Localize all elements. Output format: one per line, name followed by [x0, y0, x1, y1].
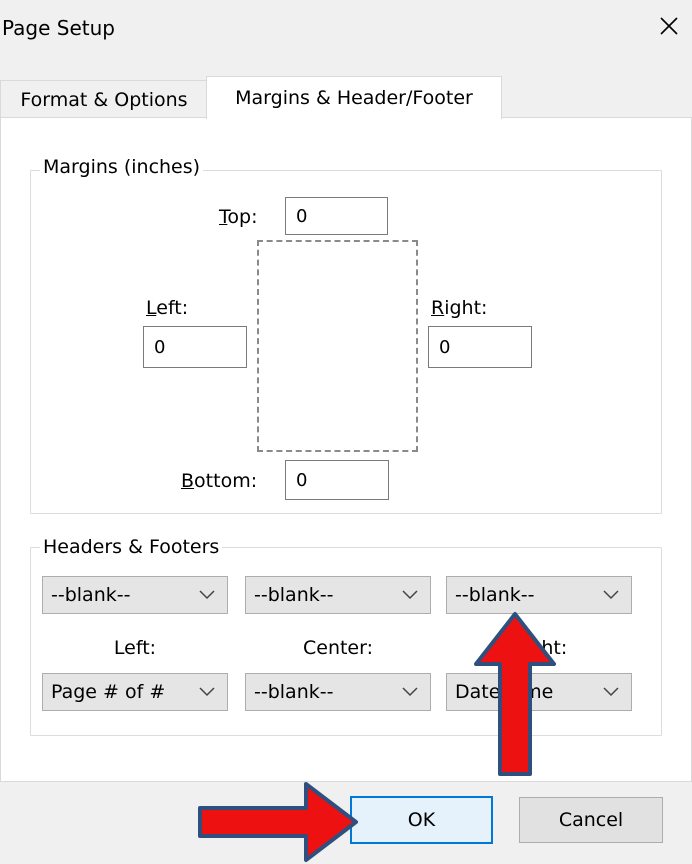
top-margin-input[interactable]: 0 — [285, 197, 388, 235]
chevron-down-icon — [603, 590, 619, 600]
footer-right-select[interactable]: Date/Time — [446, 673, 632, 711]
footer-center-select[interactable]: --blank-- — [245, 673, 431, 711]
header-left-select[interactable]: --blank-- — [42, 576, 228, 614]
tab-margins-header-footer[interactable]: Margins & Header/Footer — [206, 76, 502, 119]
close-button[interactable] — [646, 6, 692, 46]
footer-left-value: Page # of # — [51, 681, 166, 703]
margins-legend: Margins (inches) — [40, 156, 204, 178]
tab-format-options[interactable]: Format & Options — [0, 80, 208, 118]
page-preview — [257, 240, 418, 452]
chevron-down-icon — [402, 687, 418, 697]
chevron-down-icon — [603, 687, 619, 697]
right-arrow-annotation — [198, 782, 358, 862]
right-label-accesskey: R — [431, 297, 445, 319]
cancel-button[interactable]: Cancel — [519, 797, 663, 843]
header-center-select[interactable]: --blank-- — [245, 576, 431, 614]
header-right-select[interactable]: --blank-- — [446, 576, 632, 614]
left-label-accesskey: L — [146, 297, 157, 319]
top-label: Top: — [219, 206, 258, 228]
bottom-margin-input[interactable]: 0 — [285, 460, 389, 500]
ok-button[interactable]: OK — [350, 796, 493, 844]
header-footer-left-label: Left: — [113, 637, 157, 659]
left-margin-input[interactable]: 0 — [143, 326, 247, 368]
header-footer-center-label: Center: — [302, 637, 374, 659]
chevron-down-icon — [199, 687, 215, 697]
bottom-label-accesskey: B — [181, 470, 195, 492]
chevron-down-icon — [402, 590, 418, 600]
top-label-accesskey: T — [219, 206, 228, 228]
right-arrow-shape — [198, 782, 358, 862]
chevron-down-icon — [199, 590, 215, 600]
header-footer-right-label: Right: — [510, 637, 568, 659]
close-icon — [660, 17, 678, 35]
footer-right-value: Date/Time — [455, 681, 554, 703]
header-right-value: --blank-- — [455, 584, 535, 606]
footer-left-select[interactable]: Page # of # — [42, 673, 228, 711]
bottom-label: Bottom: — [181, 470, 258, 492]
dialog-title: Page Setup — [2, 16, 115, 40]
header-center-value: --blank-- — [254, 584, 334, 606]
right-margin-input[interactable]: 0 — [428, 326, 532, 368]
left-label: Left: — [146, 297, 189, 319]
headers-footers-legend: Headers & Footers — [40, 536, 223, 558]
right-label: Right: — [431, 297, 488, 319]
footer-center-value: --blank-- — [254, 681, 334, 703]
header-left-value: --blank-- — [51, 584, 131, 606]
